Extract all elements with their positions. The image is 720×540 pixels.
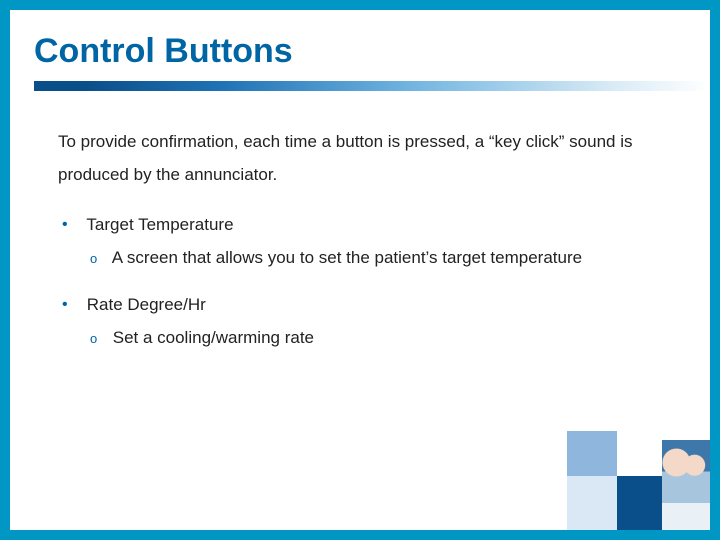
slide-body: To provide confirmation, each time a but… [10,91,710,353]
bullet-label: Target Temperature [86,215,233,234]
slide-title: Control Buttons [10,10,710,77]
sub-text: A screen that allows you to set the pati… [112,248,582,267]
title-underline [34,81,710,91]
bullet-item: Rate Degree/Hr Set a cooling/warming rat… [62,291,678,353]
sub-list: A screen that allows you to set the pati… [62,244,678,273]
corner-graphic [560,422,710,530]
bullet-list: Target Temperature A screen that allows … [58,211,678,353]
bullet-label: Rate Degree/Hr [87,295,206,314]
bullet-item: Target Temperature A screen that allows … [62,211,678,273]
sub-text: Set a cooling/warming rate [113,328,314,347]
sub-item: Set a cooling/warming rate [90,324,678,353]
decor-square-pale [567,476,617,530]
slide: Control Buttons To provide confirmation,… [0,0,720,540]
decor-square-dark [617,476,662,530]
sub-list: Set a cooling/warming rate [62,324,678,353]
sub-item: A screen that allows you to set the pati… [90,244,678,273]
corner-photo [662,440,710,530]
decor-square-light [567,431,617,476]
intro-text: To provide confirmation, each time a but… [58,125,678,191]
